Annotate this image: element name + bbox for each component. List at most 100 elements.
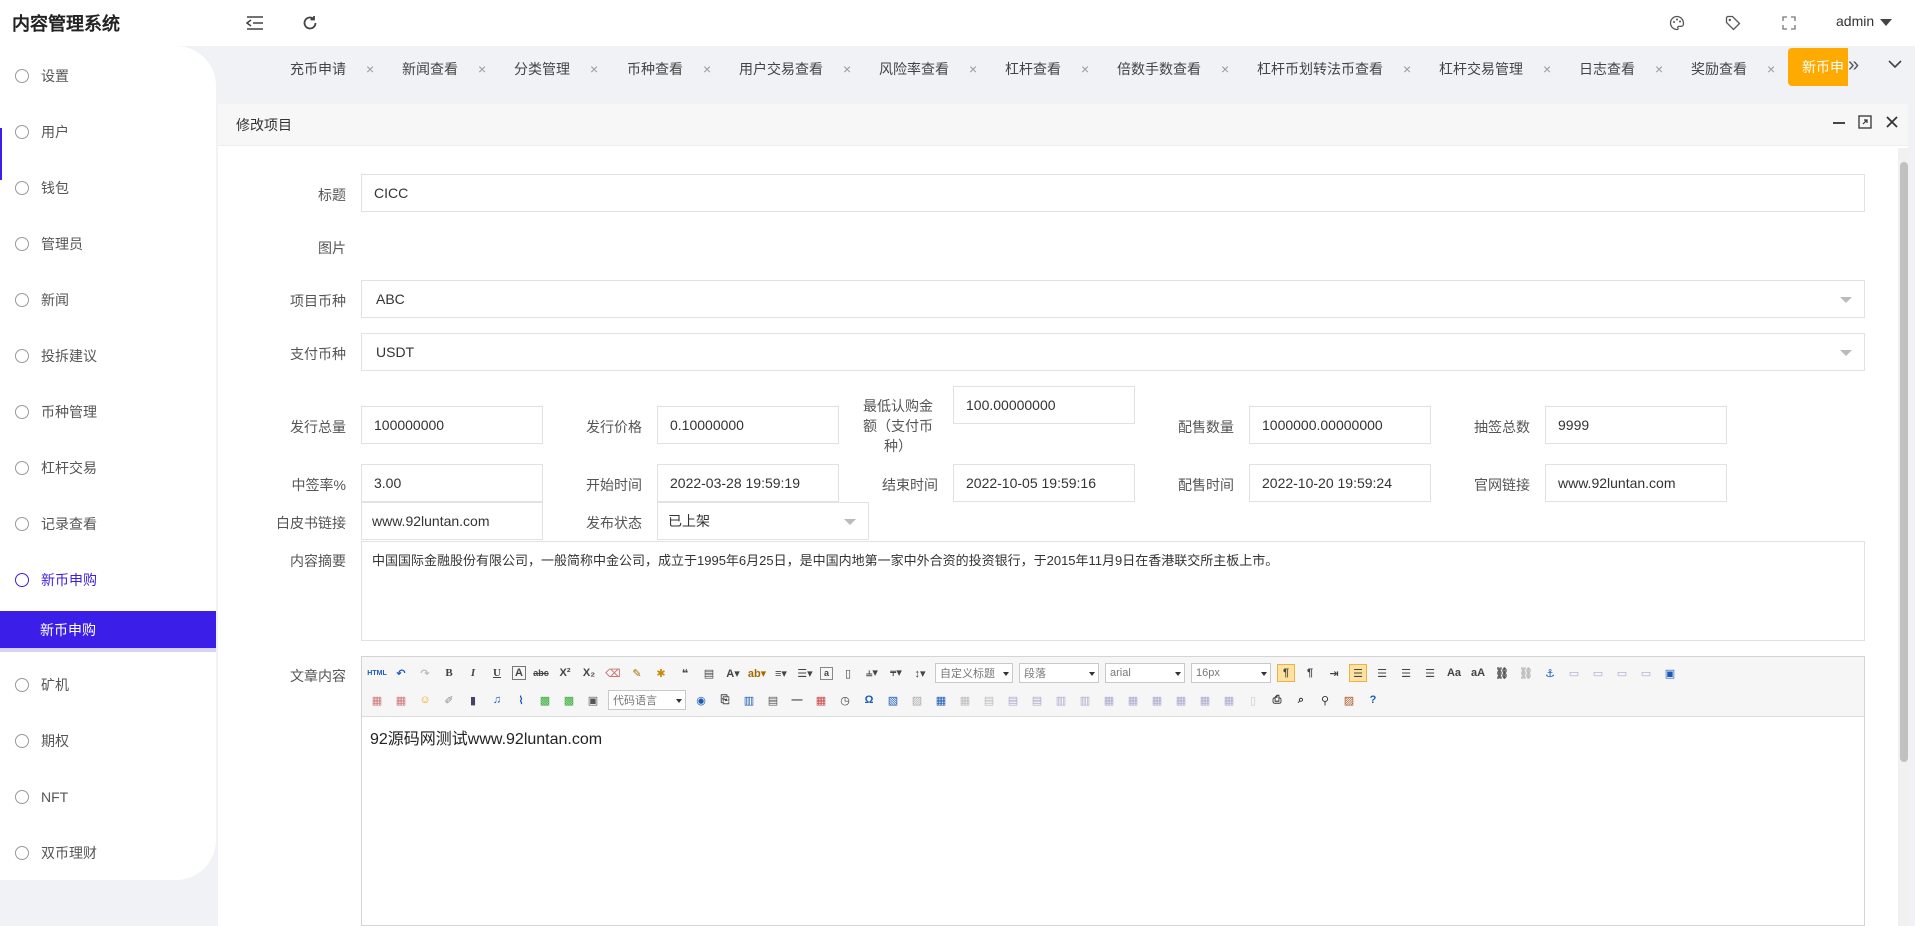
- tab-deposit[interactable]: 充币申请 ×: [290, 50, 374, 88]
- insert-col-icon[interactable]: ▥: [1052, 691, 1070, 709]
- sidebar-subitem-new-coin[interactable]: 新币申购: [0, 611, 216, 652]
- delete-table-icon[interactable]: ▦: [956, 691, 974, 709]
- tabs-menu-chevron-down-icon[interactable]: [1888, 56, 1902, 74]
- align-right-icon[interactable]: ☰: [1397, 664, 1415, 682]
- close-icon[interactable]: ×: [843, 61, 851, 77]
- sidebar-item-wallet[interactable]: 钱包: [0, 168, 216, 208]
- format-brush-icon[interactable]: ✎: [628, 664, 646, 682]
- sidebar-item-settings[interactable]: 设置: [0, 56, 216, 96]
- minimize-icon[interactable]: [1832, 115, 1846, 134]
- preview-icon[interactable]: ⌕: [1292, 691, 1310, 709]
- sidebar-item-new-coin[interactable]: 新币申购: [0, 560, 216, 600]
- tab-leverage-trade[interactable]: 杠杆交易管理 ×: [1439, 50, 1551, 88]
- tab-category[interactable]: 分类管理 ×: [514, 50, 598, 88]
- min-amount-input[interactable]: 100.00000000: [953, 386, 1135, 424]
- merge-right-icon[interactable]: ▦: [1124, 691, 1142, 709]
- close-icon[interactable]: ×: [366, 61, 374, 77]
- special-char-icon[interactable]: Ω: [860, 691, 878, 709]
- tab-rewards[interactable]: 奖励查看 ×: [1691, 50, 1775, 88]
- split-cols-icon[interactable]: ▦: [1220, 691, 1238, 709]
- merge-cells-icon[interactable]: ▦: [1100, 691, 1118, 709]
- paste-plain-icon[interactable]: ▤: [700, 664, 718, 682]
- font-color-icon[interactable]: A▾: [724, 664, 742, 682]
- sidebar-item-coins[interactable]: 币种管理: [0, 392, 216, 432]
- allot-qty-input[interactable]: 1000000.00000000: [1249, 406, 1431, 444]
- tab-logs[interactable]: 日志查看 ×: [1579, 50, 1663, 88]
- close-icon[interactable]: ×: [1221, 61, 1229, 77]
- chart-icon[interactable]: ▯: [1244, 691, 1262, 709]
- fullscreen-editor-icon[interactable]: ▣: [1661, 664, 1679, 682]
- tab-active-new-coin[interactable]: 新币申: [1788, 48, 1848, 86]
- background-icon[interactable]: ▥: [740, 691, 758, 709]
- music-icon[interactable]: ♫: [488, 691, 506, 709]
- auto-format-icon[interactable]: ✱: [652, 664, 670, 682]
- undo-icon[interactable]: ↶: [392, 664, 410, 682]
- simple-upload-icon[interactable]: ▦: [368, 691, 386, 709]
- project-coin-select[interactable]: ABC: [361, 280, 1865, 318]
- end-time-input[interactable]: 2022-10-05 19:59:16: [953, 464, 1135, 502]
- sidebar-item-records[interactable]: 记录查看: [0, 504, 216, 544]
- gmap-icon[interactable]: ▩: [560, 691, 578, 709]
- rtl-icon[interactable]: ¶: [1301, 664, 1319, 682]
- font-family-select[interactable]: arial: [1105, 663, 1185, 683]
- lottery-total-input[interactable]: 9999: [1545, 406, 1727, 444]
- sidebar-item-news[interactable]: 新闻: [0, 280, 216, 320]
- close-icon[interactable]: ×: [478, 61, 486, 77]
- status-select[interactable]: 已上架: [657, 502, 869, 540]
- date-icon[interactable]: ▦: [812, 691, 830, 709]
- tab-leverage-view[interactable]: 杠杆查看 ×: [1005, 50, 1089, 88]
- sidebar-item-dual-finance[interactable]: 双币理财: [0, 833, 216, 873]
- row-spacing-top-icon[interactable]: ⫨▾: [863, 664, 881, 682]
- align-justify-icon[interactable]: ☰: [1421, 664, 1439, 682]
- insert-row-icon[interactable]: ▤: [1004, 691, 1022, 709]
- maximize-icon[interactable]: [1858, 115, 1872, 134]
- sidebar-item-admins[interactable]: 管理员: [0, 224, 216, 264]
- bold-icon[interactable]: B: [440, 664, 458, 682]
- horizontal-rule-icon[interactable]: —: [788, 691, 806, 709]
- map-icon[interactable]: ▩: [536, 691, 554, 709]
- close-icon[interactable]: ×: [969, 61, 977, 77]
- underline-icon[interactable]: U: [488, 664, 506, 682]
- user-menu[interactable]: admin: [1836, 13, 1893, 29]
- sidebar-item-options[interactable]: 期权: [0, 721, 216, 761]
- superscript-icon[interactable]: X²: [556, 664, 574, 682]
- redo-icon[interactable]: ↷: [416, 664, 434, 682]
- lowercase-icon[interactable]: aA: [1469, 664, 1487, 682]
- panel-scrollbar[interactable]: [1898, 148, 1910, 926]
- tab-transfer[interactable]: 杠杆币划转法币查看 ×: [1257, 50, 1411, 88]
- print-icon[interactable]: ⎙: [1268, 691, 1286, 709]
- insert-paragraph-before-table-icon[interactable]: ▤: [980, 691, 998, 709]
- line-height-icon[interactable]: ↕▾: [911, 664, 929, 682]
- delete-row-icon[interactable]: ▤: [1028, 691, 1046, 709]
- summary-textarea[interactable]: 中国国际金融股份有限公司，一般简称中金公司，成立于1995年6月25日，是中国内…: [361, 541, 1865, 641]
- subscript-icon[interactable]: X₂: [580, 664, 598, 682]
- time-icon[interactable]: ◷: [836, 691, 854, 709]
- tab-news[interactable]: 新闻查看 ×: [402, 50, 486, 88]
- collapse-menu-icon[interactable]: [244, 12, 266, 34]
- close-icon[interactable]: ×: [1655, 61, 1663, 77]
- split-rows-icon[interactable]: ▦: [1196, 691, 1214, 709]
- close-icon[interactable]: ×: [703, 61, 711, 77]
- close-icon[interactable]: ×: [1543, 61, 1551, 77]
- pay-coin-select[interactable]: USDT: [361, 333, 1865, 371]
- html-source-icon[interactable]: HTML: [367, 664, 386, 682]
- font-border-icon[interactable]: A: [512, 666, 526, 680]
- tab-multiple[interactable]: 倍数手数查看 ×: [1117, 50, 1229, 88]
- blockquote-icon[interactable]: ❝: [676, 664, 694, 682]
- sidebar-item-leverage[interactable]: 杠杆交易: [0, 448, 216, 488]
- sidebar-item-users[interactable]: 用户: [0, 112, 216, 152]
- unordered-list-icon[interactable]: ☰▾: [796, 664, 814, 682]
- fullscreen-icon[interactable]: [1778, 12, 1800, 34]
- emotion-icon[interactable]: ☺: [416, 691, 434, 709]
- row-spacing-bottom-icon[interactable]: ⫧▾: [887, 664, 905, 682]
- start-time-input[interactable]: 2022-03-28 19:59:19: [657, 464, 839, 502]
- ordered-list-icon[interactable]: ≡▾: [772, 664, 790, 682]
- editor-content[interactable]: 92源码网测试www.92luntan.com: [370, 725, 602, 749]
- code-language-select[interactable]: 代码语言: [608, 690, 686, 710]
- page-break-icon[interactable]: ⎘: [716, 691, 734, 709]
- close-icon[interactable]: ×: [1403, 61, 1411, 77]
- sidebar-item-feedback[interactable]: 投拆建议: [0, 336, 216, 376]
- paragraph-select[interactable]: 段落: [1019, 663, 1099, 683]
- website-input[interactable]: www.92luntan.com: [1545, 464, 1727, 502]
- allot-time-input[interactable]: 2022-10-20 19:59:24: [1249, 464, 1431, 502]
